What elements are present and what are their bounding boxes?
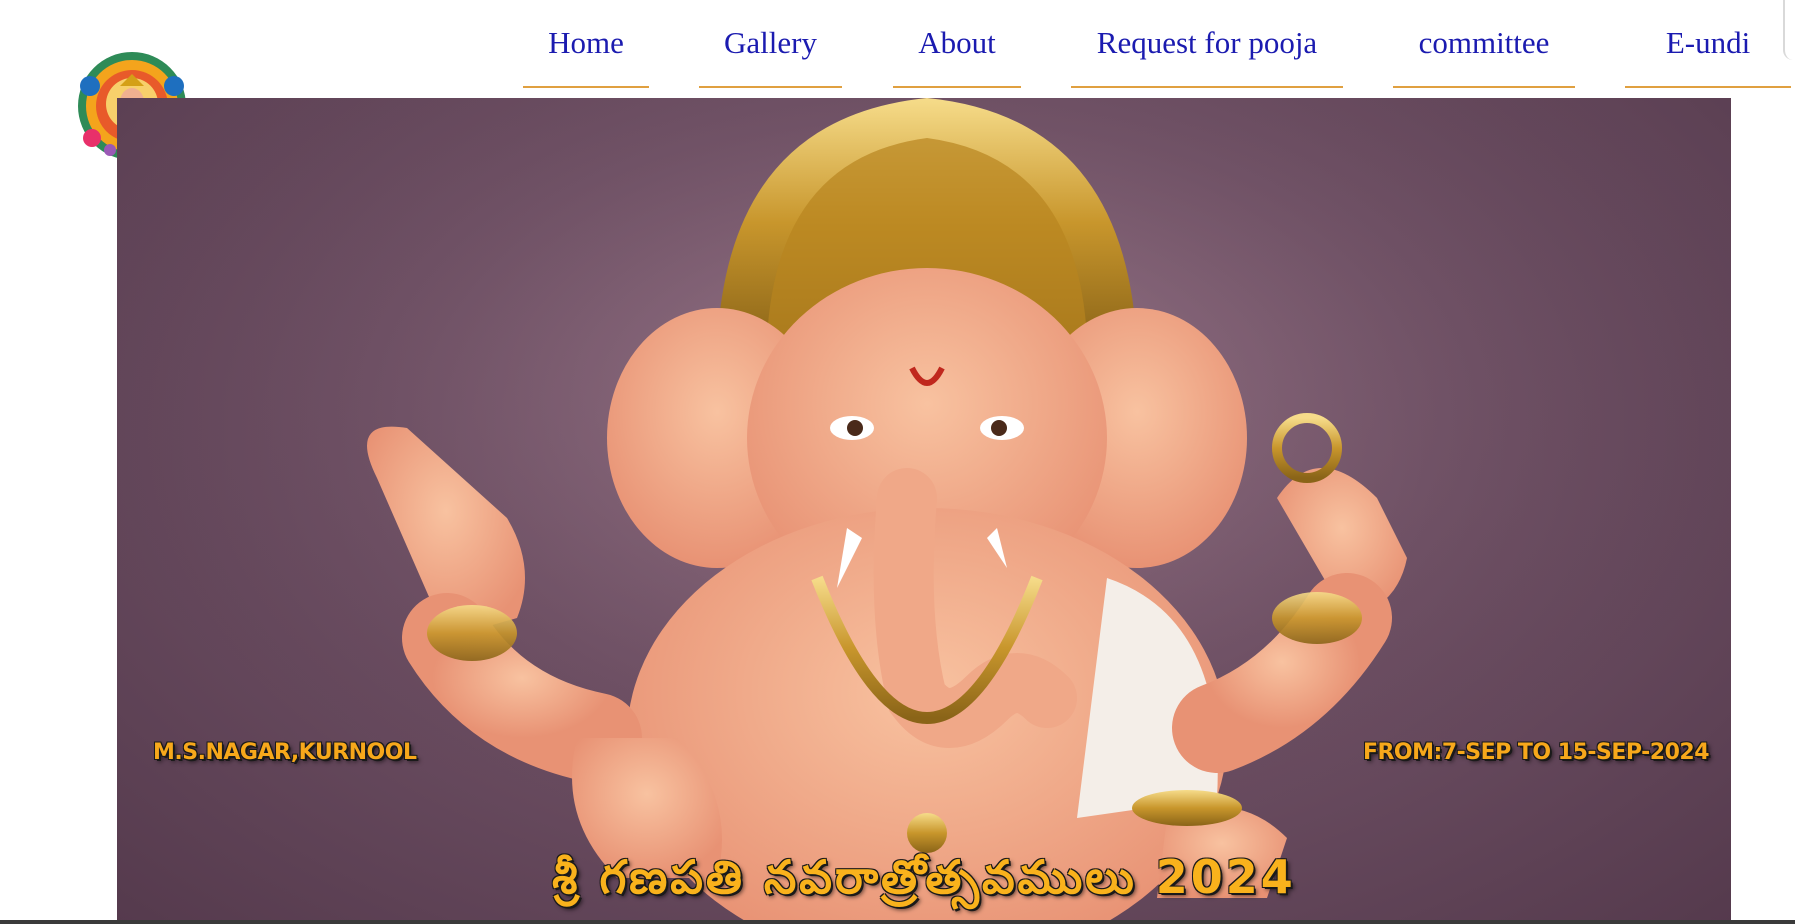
festival-dates-text: FROM:7-SEP TO 15-SEP-2024 — [1362, 740, 1710, 765]
ganesha-idol-image — [117, 98, 1731, 924]
bottom-border — [0, 920, 1795, 924]
nav-home[interactable]: Home — [523, 0, 649, 88]
nav-about-label: About — [918, 25, 996, 60]
nav-request-for-pooja-label: Request for pooja — [1096, 25, 1318, 60]
location-text: M.S.NAGAR,KURNOOL — [153, 740, 417, 765]
nav-e-undi[interactable]: E-undi — [1625, 0, 1791, 88]
nav-home-label: Home — [548, 25, 624, 60]
window-edge — [1783, 0, 1795, 60]
nav-gallery[interactable]: Gallery — [699, 0, 842, 88]
nav-about[interactable]: About — [893, 0, 1021, 88]
hero-banner: M.S.NAGAR,KURNOOL FROM:7-SEP TO 15-SEP-2… — [117, 98, 1731, 924]
nav-request-for-pooja[interactable]: Request for pooja — [1071, 0, 1343, 88]
page: Home Gallery About Request for pooja com… — [0, 0, 1795, 924]
festival-title: శ్రీ గణపతి నవరాత్రోత్సవములు 2024 — [552, 850, 1296, 904]
nav-committee-label: committee — [1418, 25, 1550, 60]
nav-e-undi-label: E-undi — [1665, 25, 1751, 60]
nav-gallery-label: Gallery — [724, 25, 817, 60]
main-nav: Home Gallery About Request for pooja com… — [0, 0, 1795, 88]
nav-committee[interactable]: committee — [1393, 0, 1575, 88]
